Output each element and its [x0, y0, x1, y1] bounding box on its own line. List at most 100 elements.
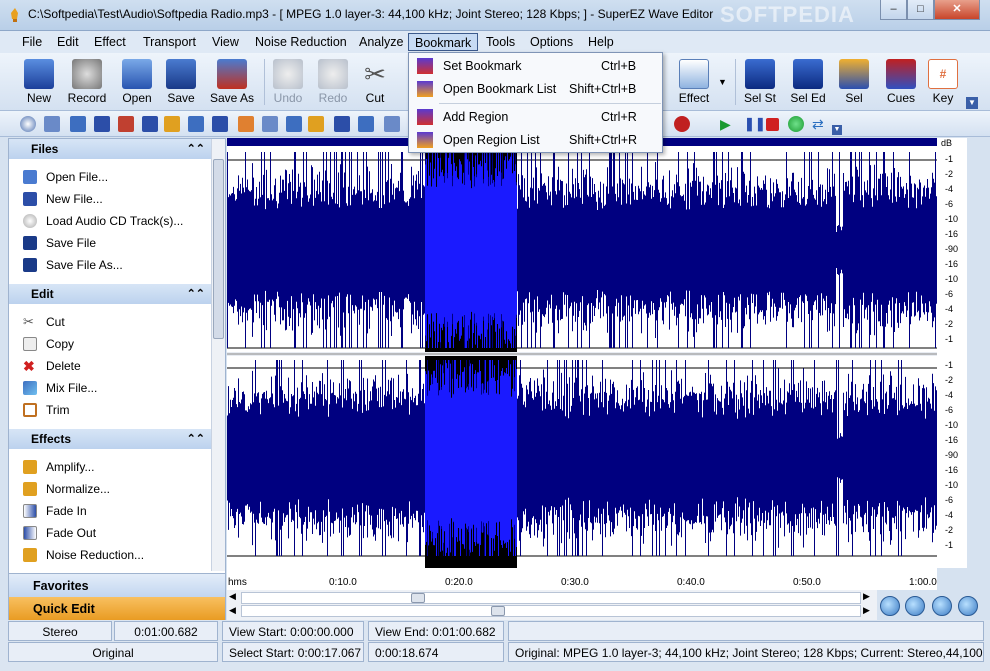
section-effects-header[interactable]: Effects ⌃⌃ [9, 429, 211, 449]
scroll-left-arrow-icon[interactable]: ◀ [229, 605, 236, 616]
menu-help[interactable]: Help [582, 33, 620, 51]
scroll-left-arrow-icon[interactable]: ◀ [229, 591, 236, 602]
select-button[interactable]: Sel [834, 55, 874, 109]
play-loop-icon[interactable] [788, 116, 804, 132]
select-end-button[interactable]: Sel Ed [786, 55, 830, 109]
menu-item-open-bookmark-list[interactable]: Open Bookmark List Shift+Ctrl+B [411, 78, 660, 100]
collapse-icon[interactable]: ⌃⌃ [187, 429, 205, 449]
menu-file[interactable]: File [16, 33, 48, 51]
repeat-icon[interactable]: ⇄ [812, 116, 828, 132]
selection-scroll-thumb[interactable] [411, 593, 425, 603]
select-start-icon [745, 59, 775, 89]
toolbar2-icon[interactable] [212, 116, 228, 132]
menu-item-set-bookmark[interactable]: Set Bookmark Ctrl+B [411, 55, 660, 77]
minimize-button[interactable]: – [880, 0, 907, 20]
section-edit-header[interactable]: Edit ⌃⌃ [9, 284, 211, 304]
toolbar2-icon[interactable] [308, 116, 324, 132]
toolbar2-icon[interactable] [94, 116, 110, 132]
select-start-button[interactable]: Sel St [738, 55, 782, 109]
menu-view[interactable]: View [206, 33, 245, 51]
menu-bookmark[interactable]: Bookmark [408, 33, 479, 51]
db-tick-label: -4 [945, 304, 954, 314]
toolbar2-icon[interactable] [188, 116, 204, 132]
menu-options[interactable]: Options [524, 33, 579, 51]
effect-dropdown-arrow-icon[interactable]: ▼ [718, 77, 727, 87]
cut-button[interactable]: ✂ Cut [356, 55, 394, 109]
save-file-icon [23, 236, 37, 250]
waveform-view[interactable] [227, 138, 937, 576]
toolbar2-icon[interactable] [164, 116, 180, 132]
view-scroll-thumb[interactable] [491, 606, 505, 616]
key-button[interactable]: # Key [924, 55, 962, 109]
stop-icon[interactable] [674, 116, 690, 132]
favorites-bar[interactable]: Favorites [9, 573, 225, 597]
zoom-all-icon[interactable] [958, 596, 978, 616]
toolbar2-icon[interactable] [118, 116, 134, 132]
select-icon [839, 59, 869, 89]
cd-icon [23, 214, 37, 228]
toolbar2-icon[interactable] [384, 116, 400, 132]
cues-button[interactable]: Cues [880, 55, 922, 109]
play-icon[interactable]: ▶ [720, 116, 736, 132]
section-files-header[interactable]: Files ⌃⌃ [9, 139, 211, 159]
toolbar2-icon[interactable] [358, 116, 374, 132]
view-scrollbar[interactable] [241, 605, 861, 617]
redo-button[interactable]: Redo [311, 55, 355, 109]
db-tick-label: -10 [945, 420, 959, 430]
toolbar2-icon[interactable] [286, 116, 302, 132]
selection-scrollbar[interactable] [241, 592, 861, 604]
menu-transport[interactable]: Transport [137, 33, 202, 51]
status-view-end: View End: 0:01:00.682 [368, 621, 504, 641]
db-tick-label: -1 [945, 154, 954, 164]
save-as-button[interactable]: Save As [206, 55, 258, 109]
zoom-selection-icon[interactable] [932, 596, 952, 616]
cut-icon: ✂ [23, 314, 34, 329]
toolbar2-icon[interactable] [20, 116, 36, 132]
db-tick-label: -4 [945, 390, 954, 400]
amplify-icon [23, 460, 37, 474]
db-tick-label: -4 [945, 510, 954, 520]
toolbar2-icon[interactable] [334, 116, 350, 132]
scroll-right-arrow-icon[interactable]: ▶ [863, 605, 870, 616]
toolbar-overflow-icon[interactable]: ▼ [966, 97, 978, 109]
open-button[interactable]: Open [114, 55, 160, 109]
pause-icon[interactable]: ❚❚ [744, 116, 766, 132]
toolbar2-icon[interactable] [44, 116, 60, 132]
panel-scrollbar[interactable] [211, 139, 225, 571]
toolbar2-icon[interactable] [262, 116, 278, 132]
menu-noise-reduction[interactable]: Noise Reduction [249, 33, 353, 51]
menu-edit[interactable]: Edit [51, 33, 85, 51]
undo-button[interactable]: Undo [266, 55, 310, 109]
menu-item-open-region-list[interactable]: Open Region List Shift+Ctrl+R [411, 129, 660, 151]
collapse-icon[interactable]: ⌃⌃ [187, 139, 205, 159]
zoom-in-icon[interactable] [880, 596, 900, 616]
menu-analyze[interactable]: Analyze [353, 33, 409, 51]
close-button[interactable]: ✕ [934, 0, 980, 20]
db-tick-label: -16 [945, 465, 959, 475]
panel-scroll-thumb[interactable] [213, 159, 224, 339]
save-button[interactable]: Save [158, 55, 204, 109]
save-as-icon [217, 59, 247, 89]
record-button[interactable]: Record [64, 55, 110, 109]
collapse-icon[interactable]: ⌃⌃ [187, 284, 205, 304]
db-tick-label: -1 [945, 334, 954, 344]
toolbar2-icon[interactable] [70, 116, 86, 132]
new-button[interactable]: New [16, 55, 62, 109]
menu-tools[interactable]: Tools [480, 33, 521, 51]
menu-effect[interactable]: Effect [88, 33, 132, 51]
db-tick-label: -90 [945, 450, 959, 460]
effect-button[interactable]: Effect [668, 55, 720, 109]
stop-square-icon[interactable] [766, 118, 779, 131]
toolbar2-icon[interactable] [142, 116, 158, 132]
toolbar2-icon[interactable] [238, 116, 254, 132]
status-blank [508, 621, 984, 641]
status-bar: Stereo 0:01:00.682 View Start: 0:00:00.0… [0, 620, 990, 671]
scroll-right-arrow-icon[interactable]: ▶ [863, 591, 870, 602]
maximize-button[interactable]: □ [907, 0, 934, 20]
quick-edit-bar[interactable]: Quick Edit [9, 597, 225, 621]
toolbar2-overflow-icon[interactable]: ▼ [832, 125, 842, 135]
menu-item-add-region[interactable]: Add Region Ctrl+R [411, 106, 660, 128]
waveform-canvas[interactable] [227, 138, 937, 576]
zoom-out-icon[interactable] [905, 596, 925, 616]
waveform-channel-1 [227, 152, 937, 348]
